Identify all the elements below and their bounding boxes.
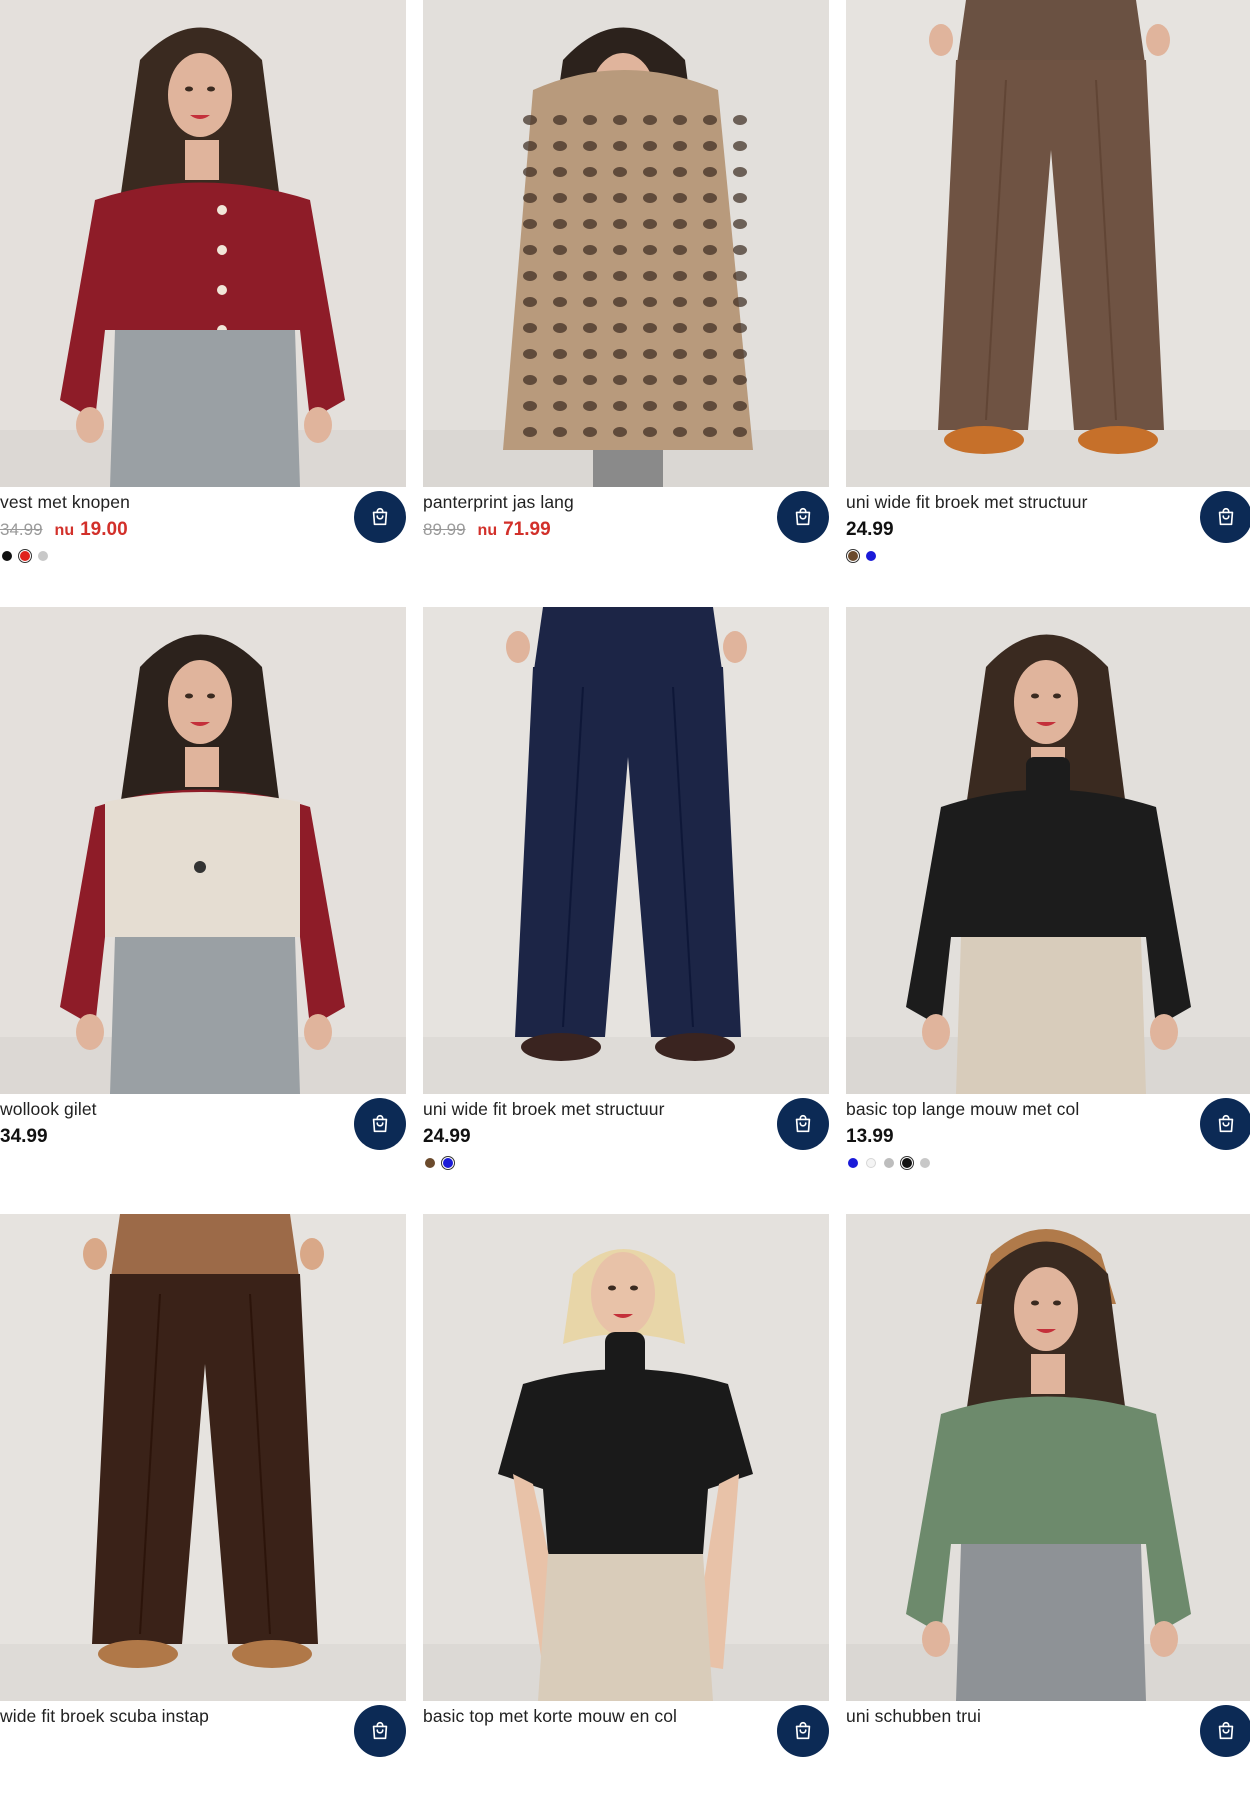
color-swatch[interactable] bbox=[848, 1158, 858, 1168]
product-title[interactable]: basic top lange mouw met col bbox=[846, 1099, 1079, 1120]
color-swatches bbox=[848, 1156, 930, 1170]
color-swatch[interactable] bbox=[920, 1158, 930, 1168]
add-to-cart-button[interactable] bbox=[777, 1705, 829, 1757]
color-swatch[interactable] bbox=[441, 1156, 455, 1170]
product-card[interactable]: uni wide fit broek met structuur 24.99 bbox=[423, 607, 829, 1194]
product-image[interactable] bbox=[0, 1214, 406, 1701]
sale-price: nu 19.00 bbox=[55, 519, 128, 541]
product-info: wollook gilet 34.99 bbox=[0, 1094, 406, 1194]
product-image[interactable] bbox=[846, 1214, 1250, 1701]
old-price: 89.99 bbox=[423, 520, 466, 539]
add-to-cart-button[interactable] bbox=[354, 1098, 406, 1150]
product-info: basic top lange mouw met col 13.99 bbox=[846, 1094, 1250, 1194]
product-title[interactable]: panterprint jas lang bbox=[423, 492, 574, 513]
product-info: uni wide fit broek met structuur 24.99 bbox=[846, 487, 1250, 587]
product-image[interactable] bbox=[846, 607, 1250, 1094]
price: 24.99 bbox=[423, 1126, 471, 1147]
add-to-cart-button[interactable] bbox=[354, 1705, 406, 1757]
old-price: 34.99 bbox=[0, 520, 43, 539]
color-swatch[interactable] bbox=[866, 551, 876, 561]
price-row: 34.99 nu 19.00 bbox=[0, 519, 128, 541]
color-swatches bbox=[425, 1156, 455, 1170]
product-card[interactable]: basic top lange mouw met col 13.99 bbox=[846, 607, 1250, 1194]
product-title[interactable]: vest met knopen bbox=[0, 492, 130, 513]
product-grid: vest met knopen 34.99 nu 19.00 panterprint j… bbox=[0, 0, 1250, 1757]
add-to-cart-button[interactable] bbox=[1200, 1705, 1250, 1757]
shopping-bag-icon bbox=[1218, 1114, 1234, 1133]
product-card[interactable]: wollook gilet 34.99 bbox=[0, 607, 406, 1194]
product-card[interactable]: vest met knopen 34.99 nu 19.00 bbox=[0, 0, 406, 587]
sale-price: nu 71.99 bbox=[478, 519, 551, 541]
product-card[interactable]: uni wide fit broek met structuur 24.99 bbox=[846, 0, 1250, 587]
price-row: 13.99 bbox=[846, 1126, 894, 1148]
shopping-bag-icon bbox=[1218, 1721, 1234, 1740]
product-info: uni schubben trui bbox=[846, 1701, 1250, 1801]
price-row: 24.99 bbox=[846, 519, 894, 541]
shopping-bag-icon bbox=[795, 1721, 811, 1740]
sale-label: nu bbox=[477, 522, 498, 539]
product-card[interactable]: basic top met korte mouw en col bbox=[423, 1214, 829, 1801]
color-swatches bbox=[2, 549, 48, 563]
price: 24.99 bbox=[846, 519, 894, 540]
color-swatch[interactable] bbox=[425, 1158, 435, 1168]
product-card[interactable]: panterprint jas lang 89.99 nu 71.99 bbox=[423, 0, 829, 587]
shopping-bag-icon bbox=[372, 507, 388, 526]
shopping-bag-icon bbox=[795, 1114, 811, 1133]
product-info: basic top met korte mouw en col bbox=[423, 1701, 829, 1801]
color-swatch[interactable] bbox=[2, 551, 12, 561]
sale-price-value: 71.99 bbox=[503, 519, 551, 540]
color-swatch[interactable] bbox=[38, 551, 48, 561]
add-to-cart-button[interactable] bbox=[777, 491, 829, 543]
add-to-cart-button[interactable] bbox=[1200, 1098, 1250, 1150]
shopping-bag-icon bbox=[1218, 507, 1234, 526]
product-image[interactable] bbox=[423, 0, 829, 487]
color-swatch[interactable] bbox=[846, 549, 860, 563]
price: 34.99 bbox=[0, 1126, 48, 1147]
product-info: panterprint jas lang 89.99 nu 71.99 bbox=[423, 487, 829, 587]
color-swatch[interactable] bbox=[900, 1156, 914, 1170]
color-swatch[interactable] bbox=[866, 1158, 876, 1168]
add-to-cart-button[interactable] bbox=[1200, 491, 1250, 543]
add-to-cart-button[interactable] bbox=[777, 1098, 829, 1150]
shopping-bag-icon bbox=[372, 1721, 388, 1740]
product-image[interactable] bbox=[0, 607, 406, 1094]
add-to-cart-button[interactable] bbox=[354, 491, 406, 543]
product-info: vest met knopen 34.99 nu 19.00 bbox=[0, 487, 406, 587]
price-row: 34.99 bbox=[0, 1126, 48, 1148]
shopping-bag-icon bbox=[372, 1114, 388, 1133]
product-image[interactable] bbox=[423, 607, 829, 1094]
product-image[interactable] bbox=[0, 0, 406, 487]
product-image[interactable] bbox=[846, 0, 1250, 487]
product-card[interactable]: uni schubben trui bbox=[846, 1214, 1250, 1801]
product-info: wide fit broek scuba instap bbox=[0, 1701, 406, 1801]
color-swatch[interactable] bbox=[18, 549, 32, 563]
price-row: 89.99 nu 71.99 bbox=[423, 519, 551, 541]
product-title[interactable]: wollook gilet bbox=[0, 1099, 97, 1120]
sale-label: nu bbox=[54, 522, 75, 539]
sale-price-value: 19.00 bbox=[80, 519, 128, 540]
product-title[interactable]: uni wide fit broek met structuur bbox=[846, 492, 1088, 513]
price: 13.99 bbox=[846, 1126, 894, 1147]
shopping-bag-icon bbox=[795, 507, 811, 526]
price-row: 24.99 bbox=[423, 1126, 471, 1148]
color-swatch[interactable] bbox=[884, 1158, 894, 1168]
color-swatches bbox=[846, 549, 876, 563]
product-info: uni wide fit broek met structuur 24.99 bbox=[423, 1094, 829, 1194]
product-image[interactable] bbox=[423, 1214, 829, 1701]
product-card[interactable]: wide fit broek scuba instap bbox=[0, 1214, 406, 1801]
product-title[interactable]: uni wide fit broek met structuur bbox=[423, 1099, 665, 1120]
